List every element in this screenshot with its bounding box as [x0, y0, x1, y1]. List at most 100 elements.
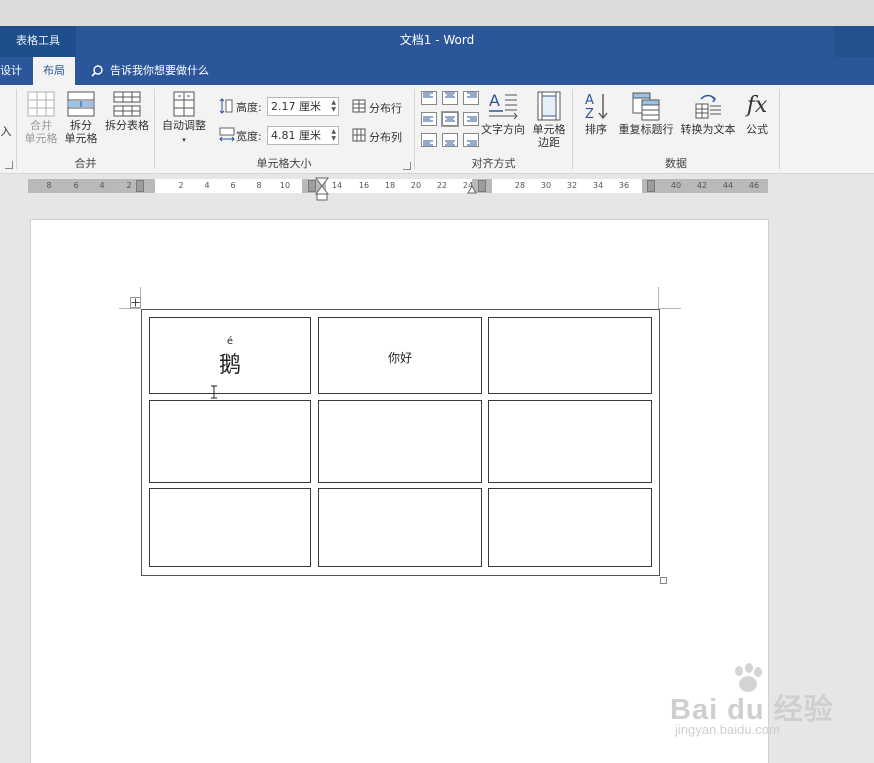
sort-button[interactable]: AZ 排序: [579, 91, 613, 136]
align-top-right-icon[interactable]: [463, 91, 479, 105]
search-icon: [91, 65, 103, 77]
column-marker-icon[interactable]: [647, 180, 655, 192]
align-bottom-left-icon[interactable]: [421, 133, 437, 147]
move-arrows-icon: [131, 298, 140, 307]
table-resize-handle-icon[interactable]: [660, 577, 667, 584]
distribute-rows-label: 分布行: [369, 102, 402, 115]
ruler-tick-label: 4: [99, 181, 105, 190]
split-cells-button[interactable]: 拆分 单元格: [62, 91, 100, 145]
ruler-tick-label: 32: [566, 181, 578, 190]
ruler-tick-label: 8: [256, 181, 262, 190]
cell-margins-button[interactable]: 单元格 边距: [529, 91, 569, 149]
table-cell-r2c2[interactable]: [318, 400, 482, 483]
table-cell-r2c3[interactable]: [488, 400, 652, 483]
ruler-tick-label: 6: [73, 181, 79, 190]
table-cell-r1c1[interactable]: é 鹅: [149, 317, 311, 394]
insert-partial-label[interactable]: 入: [0, 125, 12, 138]
align-middle-left-icon[interactable]: [421, 112, 437, 126]
watermark-sub: jingyan.baidu.com: [675, 722, 780, 737]
repeat-header-label: 重复标题行: [618, 123, 674, 136]
formula-icon: fx: [746, 93, 768, 118]
merge-cells-button[interactable]: 合并 单元格: [23, 91, 59, 145]
ruler-tick-label: 40: [670, 181, 682, 190]
align-glyph-icon: [421, 133, 437, 147]
table-cell-r1c3[interactable]: [488, 317, 652, 394]
ruler-tick-label: 28: [514, 181, 526, 190]
split-table-button[interactable]: 拆分表格: [102, 91, 152, 132]
spinner-arrows-icon[interactable]: ▲ ▼: [331, 128, 336, 142]
align-bottom-right-icon[interactable]: [463, 133, 479, 147]
ruler-tick-label: 30: [540, 181, 552, 190]
cell-character: 鹅: [218, 353, 241, 378]
ruler-tick-label: 16: [358, 181, 370, 190]
align-top-left-icon[interactable]: [421, 91, 437, 105]
sort-icon: AZ: [585, 93, 608, 121]
repeat-header-button[interactable]: 重复标题行: [615, 91, 677, 136]
horizontal-ruler[interactable]: 8 6 4 2 2 4 6 8 10 14 16 18 20 22 24 28 30 32 34 36 40 42 44 46: [28, 177, 768, 201]
crop-mark: [658, 287, 659, 309]
title-bar: 表格工具 文档1 - Word: [0, 26, 874, 57]
repeat-header-rows-icon: [632, 92, 660, 121]
text-direction-button[interactable]: A 文字方向: [479, 91, 527, 136]
svg-text:A: A: [585, 93, 594, 108]
split-table-icon: [113, 91, 141, 117]
column-width-icon: [219, 127, 235, 142]
height-label: 高度:: [236, 101, 262, 114]
indent-marker-icon[interactable]: [315, 177, 329, 201]
table-cell-r3c3[interactable]: [488, 488, 652, 567]
tell-me-text: 告诉我你想要做什么: [110, 64, 209, 77]
table-cell-r1c2[interactable]: 你好: [318, 317, 482, 394]
split-cells-line1: 拆分: [70, 119, 92, 132]
table-cell-r3c2[interactable]: [318, 488, 482, 567]
crop-mark: [659, 308, 681, 309]
formula-label: 公式: [746, 123, 768, 136]
alignment-group-label: 对齐方式: [471, 157, 516, 170]
width-input[interactable]: 4.81 厘米 ▲ ▼: [267, 126, 339, 145]
table-move-handle-icon[interactable]: [130, 297, 141, 308]
autofit-icon: [173, 91, 195, 117]
merge-group: 合并 单元格 拆分 单元格 拆分表格 合并: [17, 85, 154, 174]
tell-me-box[interactable]: 告诉我你想要做什么: [90, 57, 209, 85]
tab-layout[interactable]: 布局: [33, 57, 75, 85]
column-marker-icon[interactable]: [136, 180, 144, 192]
tab-design[interactable]: 设计: [0, 57, 22, 85]
dialog-launcher-icon[interactable]: [5, 161, 13, 169]
cell-margins-line2: 边距: [538, 136, 560, 149]
top-strip: [0, 0, 874, 26]
indent-marker-icon[interactable]: [467, 185, 477, 195]
text-direction-icon: A: [489, 91, 518, 120]
autofit-button[interactable]: 自动调整 ▾: [157, 91, 211, 147]
autofit-label: 自动调整: [162, 119, 206, 132]
distribute-rows-icon: [352, 99, 366, 113]
document-title: 文档1 - Word: [399, 33, 475, 47]
align-bottom-center-icon[interactable]: [442, 133, 458, 147]
distribute-columns-icon: [352, 128, 366, 142]
ruler-tick-label: 18: [384, 181, 396, 190]
dialog-launcher-icon[interactable]: [403, 162, 411, 170]
align-middle-right-icon[interactable]: [463, 112, 479, 126]
pinyin-ruby: é: [226, 336, 234, 347]
height-input[interactable]: 2.17 厘米 ▲ ▼: [267, 97, 339, 116]
outer-table[interactable]: é 鹅 你好: [141, 309, 660, 576]
ruler-tick-label: 36: [618, 181, 630, 190]
align-top-center-icon[interactable]: [442, 91, 458, 105]
formula-button[interactable]: fx 公式: [739, 91, 775, 136]
cell-margins-icon: [537, 91, 561, 121]
width-label: 宽度:: [236, 130, 262, 143]
column-marker-icon[interactable]: [478, 180, 486, 192]
spinner-arrows-icon[interactable]: ▲ ▼: [331, 99, 336, 113]
table-cell-r2c1[interactable]: [149, 400, 311, 483]
document-page[interactable]: é 鹅 你好: [30, 219, 769, 763]
align-middle-center-icon[interactable]: [441, 111, 459, 127]
merge-cells-icon: [27, 91, 55, 117]
table-cell-r3c1[interactable]: [149, 488, 311, 567]
ruler-tick-label: 20: [410, 181, 422, 190]
convert-to-text-icon: [695, 94, 721, 119]
split-table-label: 拆分表格: [105, 119, 149, 132]
split-cells-line2: 单元格: [64, 132, 98, 145]
sort-label: 排序: [585, 123, 607, 136]
split-cells-icon: [67, 91, 95, 117]
convert-to-text-button[interactable]: 转换为文本: [677, 91, 739, 136]
merge-group-label: 合并: [74, 157, 97, 170]
align-glyph-icon: [442, 112, 458, 126]
